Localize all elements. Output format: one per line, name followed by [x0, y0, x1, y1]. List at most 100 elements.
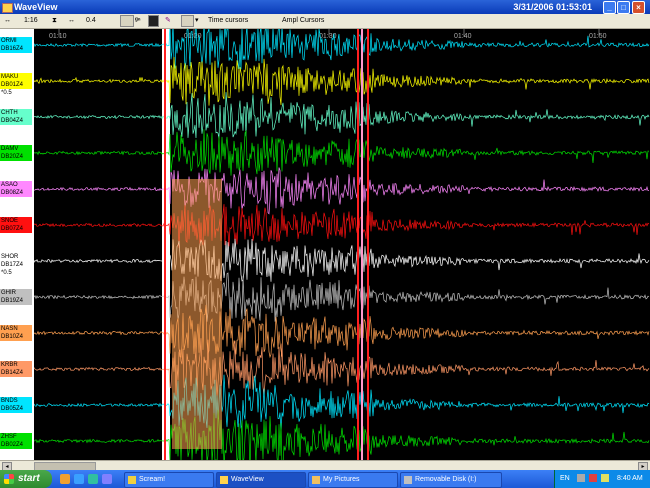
waveform-canvas[interactable]: 01:10 01:20 01:30 01:40 01:50	[34, 29, 650, 460]
maximize-button[interactable]: □	[617, 1, 630, 14]
waveform-plot[interactable]: 01:10 01:20 01:30 01:40 01:50	[34, 29, 650, 460]
channel-label-zhsf[interactable]: ZHSF DB02Z4	[0, 433, 32, 449]
start-label: start	[18, 473, 40, 484]
windows-logo-icon	[4, 474, 14, 484]
tray-network-icon[interactable]	[577, 474, 585, 482]
quicklaunch-ie-icon[interactable]	[74, 474, 84, 484]
quicklaunch-media-icon[interactable]	[88, 474, 98, 484]
waveform-trace-chth	[34, 92, 650, 139]
task-scream[interactable]: Scream!	[124, 472, 214, 488]
task-label: Scream!	[139, 476, 166, 483]
gain-factor: *0.5	[0, 89, 32, 97]
task-waveview[interactable]: WaveView	[216, 472, 306, 488]
waveform-trace-krbr	[34, 338, 650, 398]
channel-code: DB17Z4	[0, 261, 32, 269]
clock: 8:40 AM	[617, 475, 643, 482]
task-label: Removable Disk (I:)	[415, 476, 477, 483]
print-dropdown-icon[interactable]: ▾	[195, 16, 199, 26]
station-name: KRBR	[0, 361, 32, 369]
channel-code: DB16Z4	[0, 45, 32, 53]
vertical-zoom-icon[interactable]: ⧗	[52, 16, 57, 26]
channel-code: DB08Z4	[0, 189, 32, 197]
channel-code: DB04Z4	[0, 117, 32, 125]
horizontal-zoom-icon[interactable]: ↔	[4, 16, 11, 26]
waveform-trace-zhsf	[34, 409, 650, 460]
title-bar: WaveView 3/31/2006 01:53:01 _ □ ×	[0, 0, 650, 14]
station-name: SNOE	[0, 217, 32, 225]
quicklaunch-browser-icon[interactable]	[60, 474, 70, 484]
pen-icon[interactable]: ✎	[165, 16, 171, 26]
channel-code: DB14Z4	[0, 369, 32, 377]
station-name: SHOR	[0, 253, 32, 261]
channel-label-ghir[interactable]: GHIR DB19Z4	[0, 289, 32, 305]
close-button[interactable]: ×	[632, 1, 645, 14]
channel-label-chth[interactable]: CHTH DB04Z4	[0, 109, 32, 125]
time-tick-label: 01:40	[454, 33, 472, 40]
window-title: WaveView	[14, 2, 58, 12]
saturated-signal-region	[172, 179, 222, 449]
disk-icon	[404, 476, 412, 484]
language-indicator[interactable]: EN	[560, 475, 570, 482]
channel-label-panel: ORMI DB16Z4 MAKU DB01Z4 *0.5 CHTH DB04Z4 DAMV DB…	[0, 29, 34, 460]
waveform-trace-asao	[34, 167, 650, 215]
gain-factor: *0.5	[0, 269, 32, 277]
station-name: NASN	[0, 325, 32, 333]
tray-volume-icon[interactable]	[601, 474, 609, 482]
channel-label-asao[interactable]: ASAO DB08Z4	[0, 181, 32, 197]
channel-label-damv[interactable]: DAMV DB20Z4	[0, 145, 32, 161]
channel-code: DB19Z4	[0, 297, 32, 305]
time-cursors-button[interactable]: Time cursors	[208, 16, 248, 26]
filter-icon[interactable]	[120, 15, 134, 27]
station-name: ZHSF	[0, 433, 32, 441]
station-name: CHTH	[0, 109, 32, 117]
quicklaunch-desktop-icon[interactable]	[102, 474, 112, 484]
task-label: WaveView	[231, 476, 264, 483]
waveform-trace-snoe	[34, 204, 650, 248]
start-button[interactable]: start	[0, 470, 52, 488]
channel-label-maku[interactable]: MAKU DB01Z4 *0.5	[0, 73, 32, 97]
task-label: My Pictures	[323, 476, 360, 483]
waveview-icon	[220, 476, 228, 484]
printer-icon[interactable]	[181, 15, 194, 27]
channel-code: DB05Z4	[0, 405, 32, 413]
minimize-button[interactable]: _	[603, 1, 616, 14]
waveform-trace-ormi	[34, 29, 650, 71]
toolbar: ↔ 1:16 ⧗ ↔ 0.4 ᵍⁿ ✎ ▾ Time cursors Ampl …	[0, 14, 650, 29]
time-tick-label: 01:50	[589, 33, 607, 40]
gain-button[interactable]: ᵍⁿ	[135, 16, 141, 26]
pause-icon[interactable]	[148, 15, 159, 27]
channel-code: DB01Z4	[0, 81, 32, 89]
ampl-cursors-button[interactable]: Ampl Cursors	[282, 16, 324, 26]
station-name: ORMI	[0, 37, 32, 45]
channel-label-snoe[interactable]: SNOE DB07Z4	[0, 217, 32, 233]
event-timestamp: 3/31/2006 01:53:01	[513, 2, 592, 12]
spacing-value[interactable]: 0.4	[86, 16, 96, 26]
waveform-trace-ghir	[34, 272, 650, 322]
channel-code: DB07Z4	[0, 225, 32, 233]
taskbar: start Scream! WaveView My Pictures Remov…	[0, 470, 650, 488]
station-name: BNDS	[0, 397, 32, 405]
tray-antivirus-icon[interactable]	[589, 474, 597, 482]
channel-code: DB02Z4	[0, 441, 32, 449]
zoom-value[interactable]: 1:16	[24, 16, 38, 26]
station-name: ASAO	[0, 181, 32, 189]
channel-code: DB10Z4	[0, 333, 32, 341]
channel-label-ormi[interactable]: ORMI DB16Z4	[0, 37, 32, 53]
station-name: GHIR	[0, 289, 32, 297]
scream-icon	[128, 476, 136, 484]
channel-label-nasn[interactable]: NASN DB10Z4	[0, 325, 32, 341]
task-removable-disk[interactable]: Removable Disk (I:)	[400, 472, 502, 488]
time-tick-label: 01:10	[49, 33, 67, 40]
station-name: MAKU	[0, 73, 32, 81]
waveform-trace-maku	[34, 56, 650, 106]
task-my-pictures[interactable]: My Pictures	[308, 472, 398, 488]
folder-icon	[312, 476, 320, 484]
channel-label-krbr[interactable]: KRBR DB14Z4	[0, 361, 32, 377]
waveform-trace-damv	[34, 129, 650, 176]
waveform-trace-nasn	[34, 304, 650, 359]
waveform-trace-shor	[34, 238, 650, 282]
channel-label-bnds[interactable]: BNDS DB05Z4	[0, 397, 32, 413]
channel-label-shor[interactable]: SHOR DB17Z4 *0.5	[0, 253, 32, 277]
spacing-icon[interactable]: ↔	[68, 16, 75, 26]
station-name: DAMV	[0, 145, 32, 153]
